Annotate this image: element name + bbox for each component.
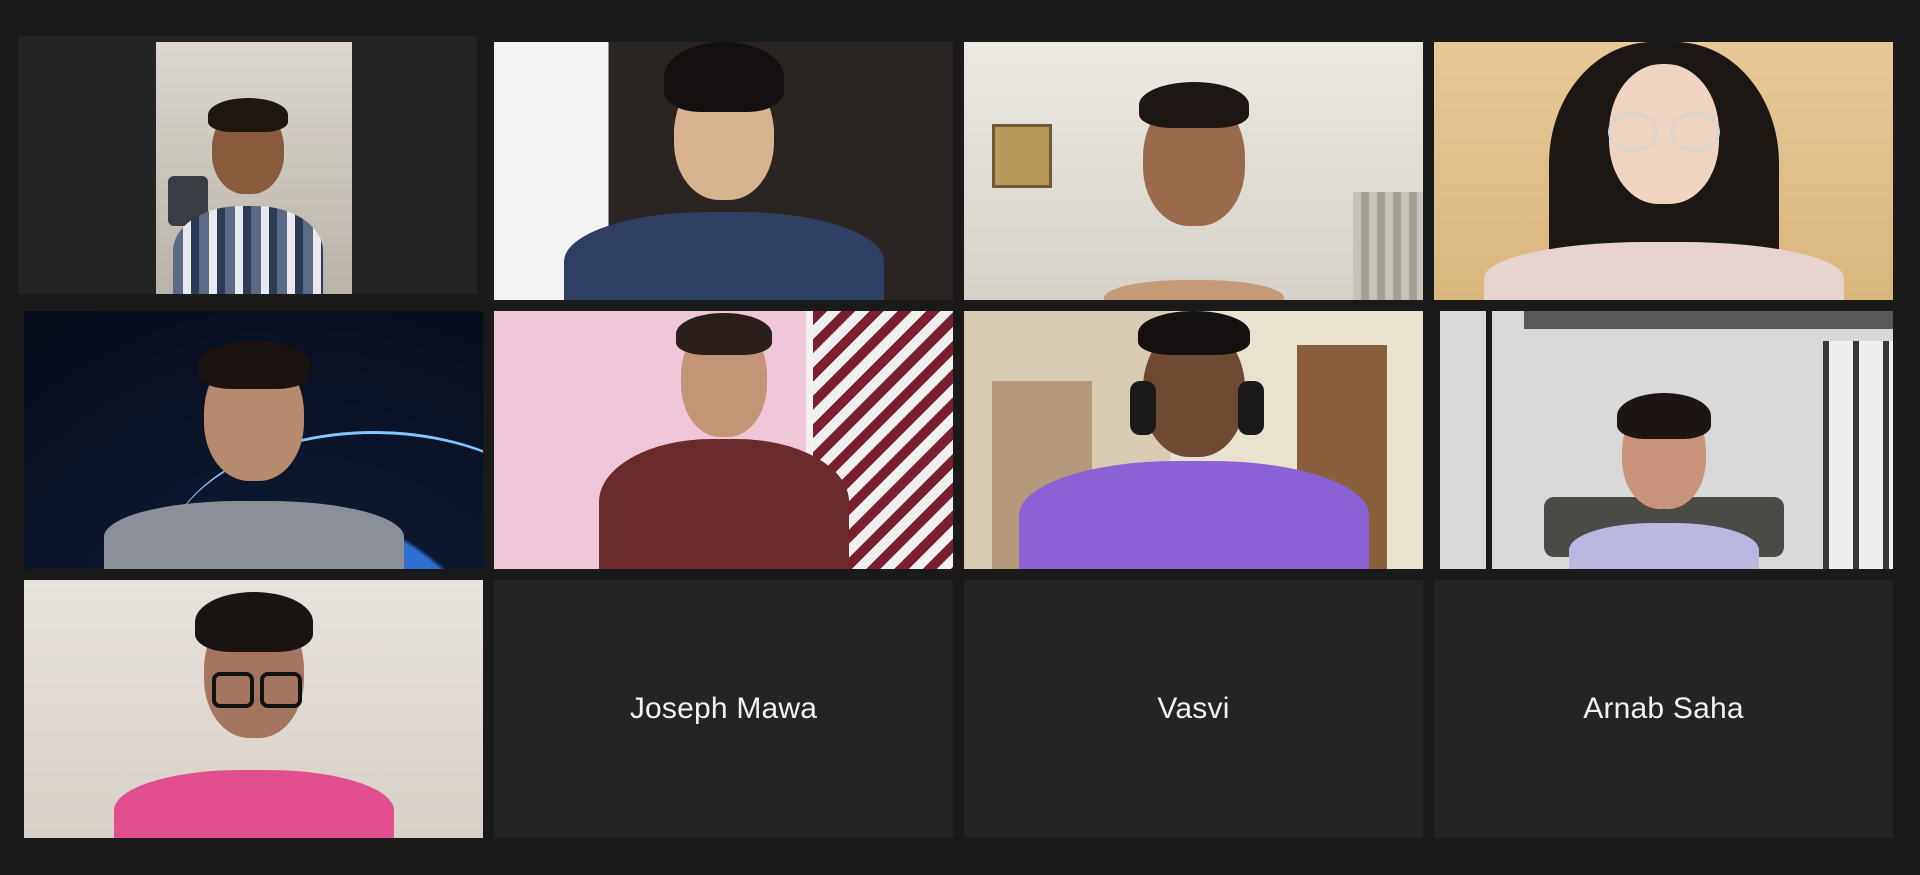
participant-tile[interactable] xyxy=(964,42,1423,300)
participant-tile[interactable] xyxy=(494,311,953,569)
participant-tile[interactable] xyxy=(494,42,953,300)
participant-video xyxy=(18,36,477,294)
participant-name: Vasvi xyxy=(1157,692,1230,725)
participant-tile[interactable] xyxy=(1434,42,1893,300)
participant-video xyxy=(964,42,1423,300)
participant-tile[interactable] xyxy=(964,311,1423,569)
participant-name: Arnab Saha xyxy=(1583,692,1744,725)
participant-video xyxy=(494,42,953,300)
participant-video xyxy=(1434,42,1893,300)
participant-video xyxy=(494,311,953,569)
participant-tile-name-only[interactable]: Joseph Mawa xyxy=(494,580,953,838)
participant-video xyxy=(964,311,1423,569)
gallery-view: Joseph Mawa Vasvi Arnab Saha xyxy=(0,0,1920,875)
participant-video xyxy=(24,311,483,569)
participant-tile-name-only[interactable]: Arnab Saha xyxy=(1434,580,1893,838)
participant-tile[interactable] xyxy=(24,311,483,569)
participant-tile-name-only[interactable]: Vasvi xyxy=(964,580,1423,838)
participant-video xyxy=(1434,311,1893,569)
participant-tile-active-speaker[interactable] xyxy=(18,36,477,294)
participant-tile[interactable] xyxy=(1434,311,1893,569)
participant-tile[interactable] xyxy=(24,580,483,838)
participant-video xyxy=(24,580,483,838)
participant-name: Joseph Mawa xyxy=(629,692,818,725)
